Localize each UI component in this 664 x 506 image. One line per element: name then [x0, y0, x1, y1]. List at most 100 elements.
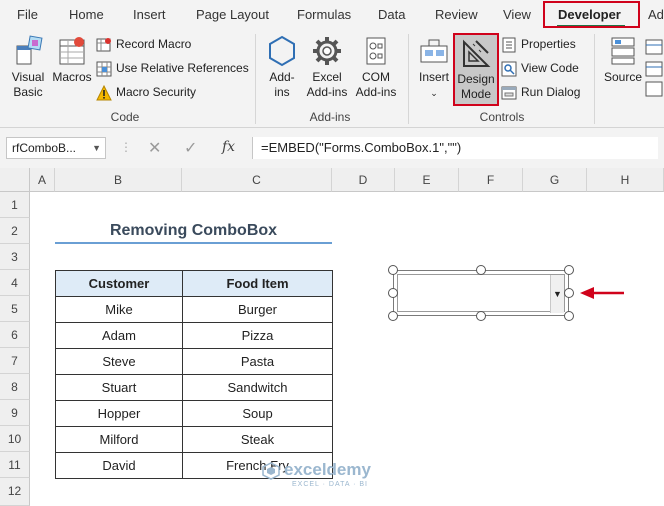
title-underline — [55, 242, 332, 244]
row-header-5[interactable]: 5 — [0, 296, 30, 322]
row-header-4[interactable]: 4 — [0, 270, 30, 296]
resize-handle-right[interactable] — [564, 288, 574, 298]
run-dialog-icon — [501, 85, 517, 101]
addins-button[interactable]: Add-ins — [262, 34, 302, 100]
com-addins-button[interactable]: COM Add-ins — [352, 34, 400, 100]
source-button[interactable]: Source — [600, 34, 646, 85]
visual-basic-button[interactable]: Visual Basic — [4, 34, 52, 100]
ribbon-separator — [408, 34, 409, 124]
excel-addins-button[interactable]: Excel Add-ins — [304, 34, 350, 100]
tab-view[interactable]: View — [503, 0, 531, 30]
tab-page-layout[interactable]: Page Layout — [196, 0, 269, 30]
column-header-h[interactable]: H — [587, 168, 664, 192]
more-options-icon[interactable]: ⋮ — [120, 140, 132, 154]
food-item-cell[interactable]: Sandwitch — [182, 374, 333, 401]
run-dialog-button[interactable]: Run Dialog — [501, 82, 580, 102]
properties-button[interactable]: Properties — [501, 34, 576, 54]
macros-button[interactable]: Macros — [51, 34, 93, 85]
resize-handle-top-right[interactable] — [564, 265, 574, 275]
source-label: Source — [603, 70, 643, 84]
addins-group-label: Add-ins — [309, 110, 351, 124]
insert-controls-button[interactable]: Insert ⌄ — [414, 34, 454, 101]
watermark-tagline: EXCEL · DATA · BI — [292, 481, 368, 488]
view-code-icon — [501, 61, 517, 77]
row-header-8[interactable]: 8 — [0, 374, 30, 400]
controls-group-label: Controls — [479, 110, 525, 124]
insert-function-icon[interactable]: fx — [222, 139, 235, 155]
name-box[interactable]: rfComboB... ▼ — [6, 137, 106, 159]
row-header-6[interactable]: 6 — [0, 322, 30, 348]
record-macro-button[interactable]: Record Macro — [96, 34, 191, 54]
source-icon — [606, 34, 640, 68]
table-row: Hopper Soup — [55, 400, 333, 427]
header-food-item[interactable]: Food Item — [182, 270, 333, 297]
watermark-name: exceldemy — [284, 460, 371, 479]
row-header-10[interactable]: 10 — [0, 426, 30, 452]
chevron-down-icon: ⌄ — [430, 88, 438, 98]
customer-cell[interactable]: Steve — [55, 348, 183, 375]
column-header-e[interactable]: E — [395, 168, 459, 192]
column-header-d[interactable]: D — [332, 168, 395, 192]
relative-references-icon — [96, 61, 112, 77]
resize-handle-bottom[interactable] — [476, 311, 486, 321]
food-item-cell[interactable]: Steak — [182, 426, 333, 453]
name-box-value: rfComboB... — [12, 141, 77, 155]
use-relative-references-button[interactable]: Use Relative References — [96, 58, 249, 78]
food-item-cell[interactable]: Burger — [182, 296, 333, 323]
tab-formulas[interactable]: Formulas — [297, 0, 351, 30]
combobox-field[interactable]: ▼ — [397, 274, 565, 313]
row-header-1[interactable]: 1 — [0, 192, 30, 218]
design-mode-button[interactable]: Design Mode — [453, 33, 499, 106]
ribbon-separator — [594, 34, 595, 124]
food-item-cell[interactable]: Soup — [182, 400, 333, 427]
macros-icon — [55, 34, 89, 68]
food-item-cell[interactable]: Pasta — [182, 348, 333, 375]
column-header-b[interactable]: B — [55, 168, 182, 192]
column-header-g[interactable]: G — [523, 168, 587, 192]
addins-label: Add-ins — [269, 70, 295, 99]
tab-home[interactable]: Home — [69, 0, 104, 30]
resize-handle-top-left[interactable] — [388, 265, 398, 275]
customer-cell[interactable]: Milford — [55, 426, 183, 453]
customer-cell[interactable]: Mike — [55, 296, 183, 323]
column-header-a[interactable]: A — [30, 168, 55, 192]
tab-insert[interactable]: Insert — [133, 0, 166, 30]
row-header-11[interactable]: 11 — [0, 452, 30, 478]
com-addins-icon — [359, 34, 393, 68]
formula-input[interactable]: =EMBED("Forms.ComboBox.1","") — [252, 137, 658, 159]
chevron-down-icon[interactable]: ▼ — [92, 138, 101, 158]
column-header-f[interactable]: F — [459, 168, 523, 192]
combobox-dropdown-icon[interactable]: ▼ — [550, 275, 564, 313]
combobox-control[interactable]: ▼ — [393, 270, 569, 316]
column-header-c[interactable]: C — [182, 168, 332, 192]
row-header-7[interactable]: 7 — [0, 348, 30, 374]
food-item-cell[interactable]: Pizza — [182, 322, 333, 349]
record-macro-label: Record Macro — [116, 37, 192, 51]
tab-review[interactable]: Review — [435, 0, 478, 30]
addins-icon — [265, 34, 299, 68]
customer-cell[interactable]: Hopper — [55, 400, 183, 427]
header-customer[interactable]: Customer — [55, 270, 183, 297]
insert-controls-label: Insert — [418, 70, 449, 84]
customer-cell[interactable]: David — [55, 452, 183, 479]
macro-security-button[interactable]: Macro Security — [96, 82, 196, 102]
xml-partial-icons — [644, 38, 664, 98]
customer-cell[interactable]: Adam — [55, 322, 183, 349]
resize-handle-bottom-right[interactable] — [564, 311, 574, 321]
resize-handle-bottom-left[interactable] — [388, 311, 398, 321]
tab-addins-partial[interactable]: Ad — [648, 0, 664, 30]
row-header-3[interactable]: 3 — [0, 244, 30, 270]
row-header-9[interactable]: 9 — [0, 400, 30, 426]
row-header-2[interactable]: 2 — [0, 218, 30, 244]
table-row: Steve Pasta — [55, 348, 333, 375]
tab-file[interactable]: File — [17, 0, 38, 30]
enter-icon[interactable]: ✓ — [184, 138, 197, 158]
view-code-button[interactable]: View Code — [501, 58, 579, 78]
resize-handle-top[interactable] — [476, 265, 486, 275]
row-header-12[interactable]: 12 — [0, 478, 30, 506]
tab-data[interactable]: Data — [378, 0, 405, 30]
customer-cell[interactable]: Stuart — [55, 374, 183, 401]
cancel-icon[interactable]: ✕ — [148, 138, 161, 158]
resize-handle-left[interactable] — [388, 288, 398, 298]
select-all-corner[interactable] — [0, 168, 30, 192]
